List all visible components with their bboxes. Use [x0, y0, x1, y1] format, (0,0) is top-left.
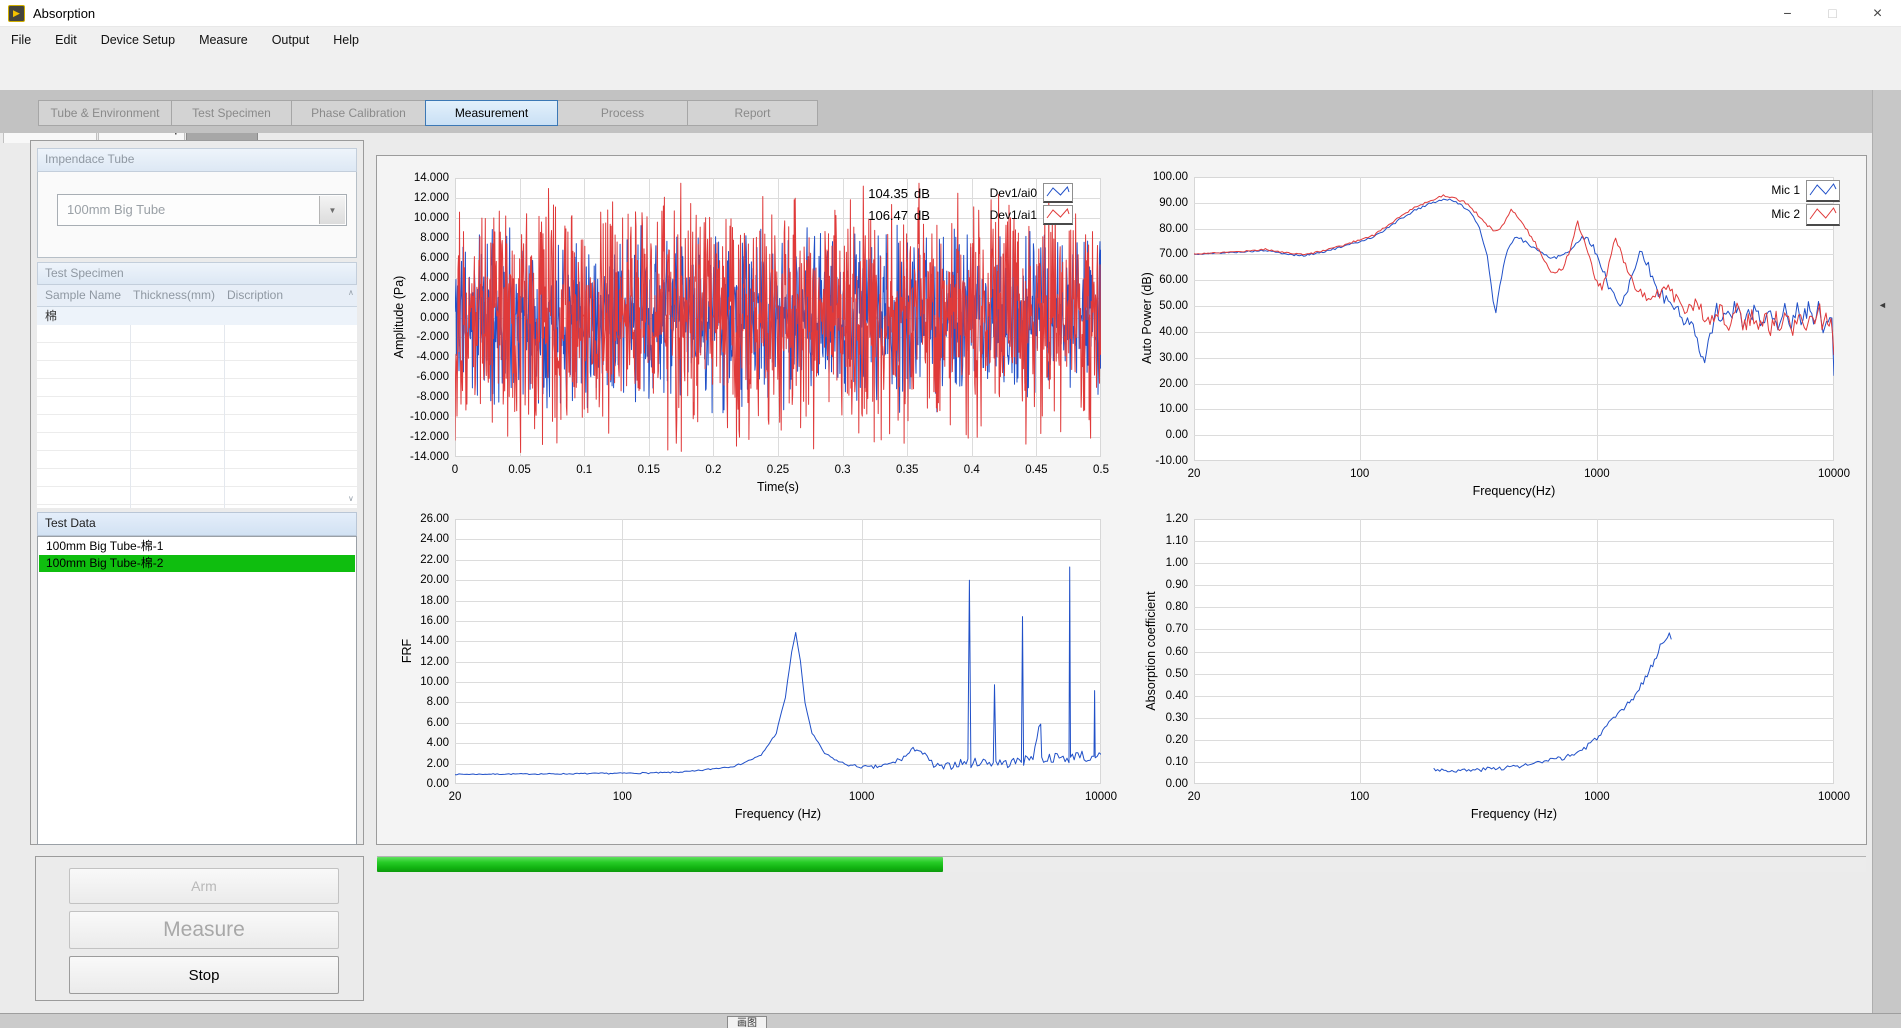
subtab-report[interactable]: Report: [687, 100, 818, 126]
menu-device-setup[interactable]: Device Setup: [98, 31, 178, 49]
column-sample-name: Sample Name: [45, 285, 121, 306]
subtab-measurement[interactable]: Measurement: [425, 100, 558, 126]
measure-button: Measure: [69, 911, 339, 949]
subtab-tube-environment[interactable]: Tube & Environment: [38, 100, 172, 126]
close-button[interactable]: ×: [1855, 0, 1900, 27]
right-gutter: [1872, 90, 1901, 1013]
app-window: ▶ Absorption − □ × File Edit Device Setu…: [0, 0, 1901, 1028]
progress-bar: [377, 856, 1866, 872]
control-buttons-panel: Arm Measure Stop: [35, 856, 364, 1001]
background-window-tab[interactable]: 画图: [727, 1016, 767, 1028]
chevron-down-icon[interactable]: ▼: [319, 196, 345, 224]
scroll-down-icon[interactable]: ∨: [348, 494, 354, 503]
subtab-process[interactable]: Process: [557, 100, 688, 126]
arm-button: Arm: [69, 868, 339, 904]
column-discription: Discription: [227, 285, 283, 306]
close-icon: ×: [1873, 5, 1882, 22]
menu-help[interactable]: Help: [330, 31, 362, 49]
table-row[interactable]: 棉: [37, 307, 357, 325]
app-icon: ▶: [8, 5, 25, 22]
minimize-button[interactable]: −: [1765, 0, 1810, 27]
main-tab-row: Documentation Channel Setup Absorption: [0, 53, 1901, 90]
sample-name-cell: 棉: [45, 309, 57, 323]
menu-output[interactable]: Output: [269, 31, 313, 49]
progress-fill: [377, 857, 943, 872]
test-specimen-table-body: [37, 307, 357, 508]
maximize-icon: □: [1828, 5, 1836, 21]
menu-file[interactable]: File: [8, 31, 34, 49]
menu-edit[interactable]: Edit: [52, 31, 80, 49]
stop-button[interactable]: Stop: [69, 956, 339, 994]
bottom-strip: [0, 1013, 1901, 1028]
subtab-test-specimen[interactable]: Test Specimen: [171, 100, 292, 126]
impedance-tube-value: 100mm Big Tube: [67, 202, 165, 217]
title-bar: ▶ Absorption − □ ×: [0, 0, 1901, 27]
impedance-tube-header: Impendace Tube: [37, 148, 357, 172]
test-data-list: 100mm Big Tube-棉-1 100mm Big Tube-棉-2: [37, 536, 357, 845]
minimize-icon: −: [1783, 5, 1791, 21]
test-data-item[interactable]: 100mm Big Tube-棉-1: [39, 538, 355, 555]
window-title: Absorption: [33, 6, 95, 21]
test-specimen-table-header: Sample Name Thickness(mm) Discription: [37, 285, 357, 307]
impedance-tube-dropdown[interactable]: 100mm Big Tube ▼: [57, 194, 347, 226]
test-data-header: Test Data: [37, 512, 357, 536]
scroll-up-icon[interactable]: ∧: [348, 288, 354, 297]
plots-panel: [376, 155, 1867, 845]
subtab-phase-calibration[interactable]: Phase Calibration: [291, 100, 426, 126]
column-divider: [130, 307, 131, 508]
test-specimen-header: Test Specimen: [37, 262, 357, 285]
collapse-left-icon[interactable]: ◄: [1878, 300, 1887, 310]
menu-bar: File Edit Device Setup Measure Output He…: [0, 27, 1901, 53]
maximize-button[interactable]: □: [1810, 0, 1855, 27]
column-divider: [224, 307, 225, 508]
column-thickness: Thickness(mm): [133, 285, 215, 306]
menu-measure[interactable]: Measure: [196, 31, 251, 49]
test-data-item-selected[interactable]: 100mm Big Tube-棉-2: [39, 555, 355, 572]
